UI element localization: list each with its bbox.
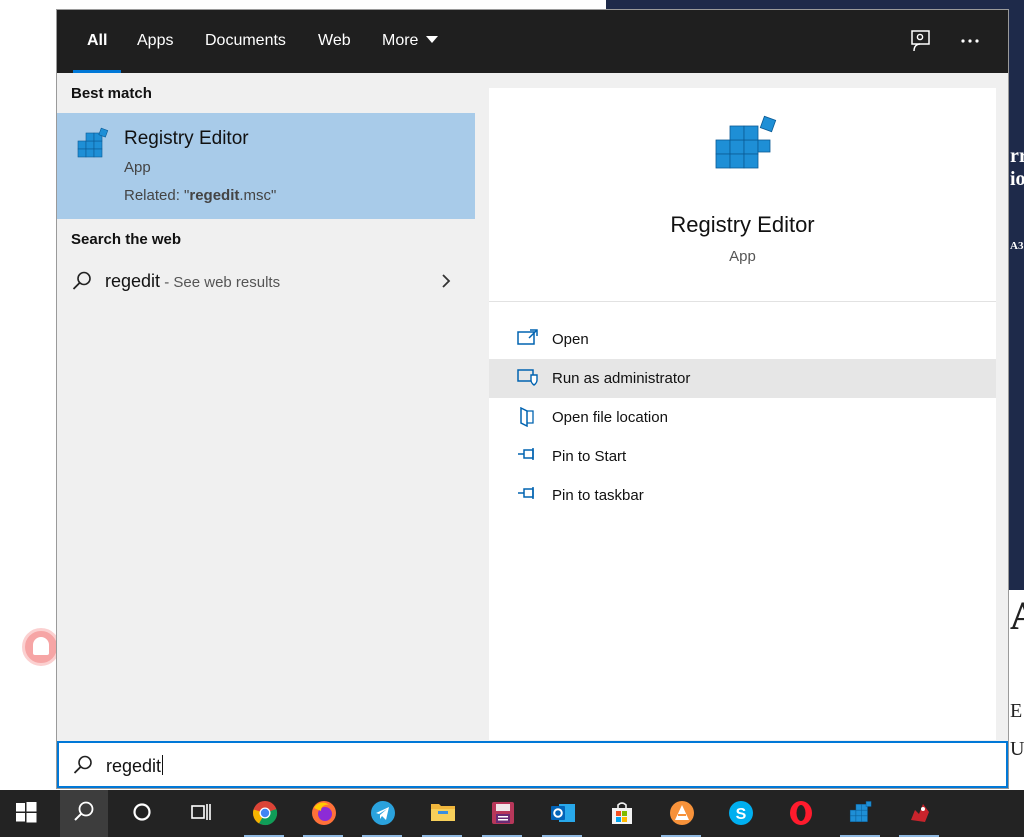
best-match-related: Related: "regedit.msc" [124,187,277,204]
outlook-icon [551,804,575,822]
store-icon [612,802,632,824]
background-text: A [1010,592,1024,639]
open-file-location-action[interactable]: Open file location [489,398,996,437]
search-filter-bar: All Apps Documents Web More [57,10,1008,73]
cortana-button[interactable] [118,790,166,837]
tab-web[interactable]: Web [318,10,351,73]
background-text: rr [1010,145,1024,167]
pin-icon [517,485,539,506]
best-match-result[interactable]: Registry Editor App Related: "regedit.ms… [57,113,475,219]
store-taskbar-item[interactable] [597,790,645,837]
more-options-icon[interactable] [958,28,984,54]
run-as-administrator-label: Run as administrator [552,370,691,387]
search-icon [71,270,93,297]
run-as-administrator-action[interactable]: Run as administrator [489,359,996,398]
search-box[interactable]: regedit [57,741,1008,788]
save-app-taskbar-item[interactable] [478,790,526,837]
pin-icon [517,446,539,467]
best-match-title: Registry Editor [124,128,249,149]
pin-to-taskbar-label: Pin to taskbar [552,487,644,504]
feedback-icon[interactable] [908,28,934,54]
opera-icon [790,801,812,825]
skype-icon: S [729,801,753,825]
svg-text:S: S [736,806,747,823]
web-search-result[interactable]: regedit - See web results [57,265,475,299]
tab-more[interactable]: More [382,10,439,73]
best-match-type: App [124,159,151,176]
vlc-icon [670,801,694,825]
chrome-icon [253,801,278,826]
registry-editor-icon [75,127,111,168]
taskbar: S [0,790,1024,837]
background-text: A3 [1010,240,1024,252]
pin-to-start-label: Pin to Start [552,448,627,465]
search-icon [74,801,94,821]
search-icon [72,754,94,781]
open-action[interactable]: Open [489,320,996,359]
registry-editor-large-icon [712,110,780,187]
cortana-icon [133,803,151,821]
registry-editor-icon [849,801,872,822]
tab-all[interactable]: All [72,10,123,73]
task-view-button[interactable] [177,790,225,837]
open-icon [517,329,539,352]
open-label: Open [552,331,589,348]
search-web-heading: Search the web [71,231,182,248]
outlook-taskbar-item[interactable] [538,790,586,837]
telegram-taskbar-item[interactable] [358,790,406,837]
web-search-text: regedit - See web results [105,271,281,291]
start-search-panel: All Apps Documents Web More Best match R… [56,9,1009,789]
vlc-taskbar-item[interactable] [657,790,705,837]
pin-to-taskbar-action[interactable]: Pin to taskbar [489,476,996,515]
search-input[interactable]: regedit [106,755,164,777]
caret-down-icon [426,36,439,43]
notification-bell-icon[interactable] [22,628,60,666]
skype-taskbar-item[interactable]: S [716,790,764,837]
game-taskbar-item[interactable] [895,790,943,837]
start-button[interactable] [2,790,50,837]
start-icon [16,802,37,823]
tab-more-label: More [382,32,419,49]
taskbar-search-button[interactable] [60,790,108,837]
tab-apps[interactable]: Apps [137,10,173,73]
tab-documents[interactable]: Documents [205,10,286,73]
file-location-icon [517,406,539,432]
best-match-heading: Best match [71,85,152,102]
open-file-location-label: Open file location [552,409,668,426]
firefox-taskbar-item[interactable] [299,790,347,837]
chrome-taskbar-item[interactable] [240,790,288,837]
shield-icon [517,368,539,391]
text-cursor [162,755,164,775]
chevron-right-icon [440,273,452,294]
pin-to-start-action[interactable]: Pin to Start [489,437,996,476]
background-text: U [1010,738,1024,760]
detail-type: App [729,248,756,265]
detail-pane: Registry Editor App Open Run as administ… [489,88,996,740]
background-text: E [1010,700,1023,722]
firefox-icon [312,801,336,825]
task-view-icon [191,804,211,820]
file-explorer-icon [431,804,455,821]
detail-title: Registry Editor [670,212,815,237]
detail-header: Registry Editor App [489,88,996,302]
background-text: io [1010,168,1024,190]
file-explorer-taskbar-item[interactable] [418,790,466,837]
opera-taskbar-item[interactable] [776,790,824,837]
registry-editor-taskbar-item[interactable] [836,790,884,837]
telegram-icon [371,801,395,825]
game-icon [911,804,929,822]
save-app-icon [492,802,514,824]
